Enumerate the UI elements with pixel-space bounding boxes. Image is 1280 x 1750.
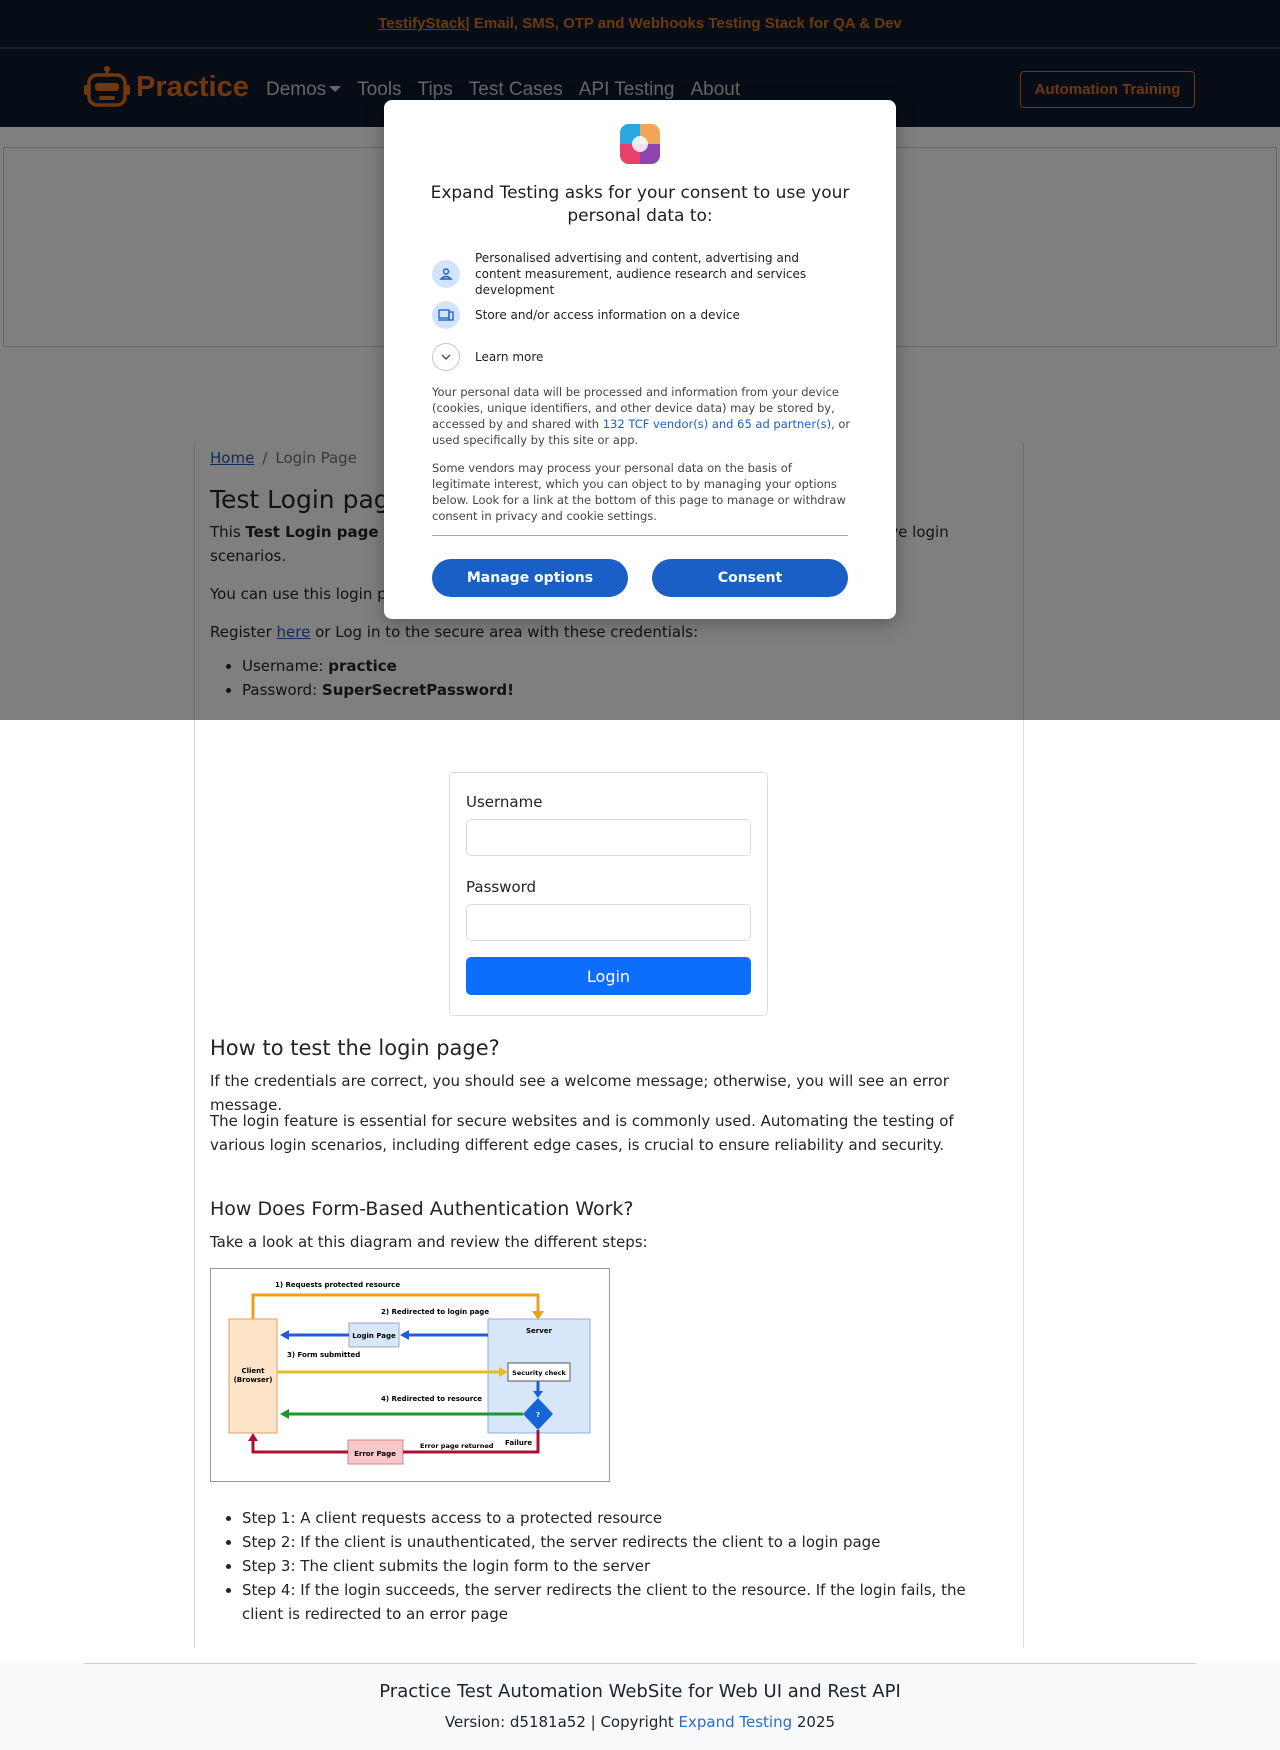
learn-more-label: Learn more [475, 350, 544, 364]
consent-title: Expand Testing asks for your consent to … [430, 183, 850, 226]
label-failure: Failure [505, 1439, 532, 1447]
label-error-page: Error Page [354, 1450, 396, 1458]
chevron-down-icon [432, 343, 460, 371]
steps-list: Step 1: A client requests access to a pr… [242, 1506, 1002, 1626]
arrow-error-page-head [248, 1433, 258, 1441]
consent-button[interactable]: Consent [652, 559, 848, 597]
manage-options-button[interactable]: Manage options [432, 559, 628, 597]
step-item: Step 4: If the login succeeds, the serve… [242, 1578, 1002, 1626]
login-button[interactable]: Login [466, 957, 751, 995]
password-label: Password [466, 878, 537, 896]
label-step3: 3) Form submitted [287, 1351, 360, 1359]
auth-diagram-graphic: 1) Requests protected resource 2) Redire… [228, 1281, 591, 1465]
label-login-page: Login Page [352, 1332, 396, 1340]
arrow-redirect-login-1-head [400, 1330, 409, 1340]
purpose-personalised: Personalised advertising and content, ad… [432, 250, 845, 298]
label-browser: (Browser) [234, 1376, 273, 1384]
consent-info-1: Your personal data will be processed and… [432, 384, 852, 448]
username-label: Username [466, 793, 543, 811]
step-item: Step 3: The client submits the login for… [242, 1554, 1002, 1578]
label-step4: 4) Redirected to resource [381, 1395, 482, 1403]
arrow-redirect-login-2-head [280, 1330, 289, 1340]
consent-logo-icon [620, 124, 660, 164]
auth-diagram: 1) Requests protected resource 2) Redire… [210, 1268, 610, 1482]
purpose-personalised-text: Personalised advertising and content, ad… [475, 251, 807, 297]
label-step2: 2) Redirected to login page [381, 1308, 489, 1316]
purpose-storage-text: Store and/or access information on a dev… [475, 308, 740, 322]
label-question: ? [536, 1411, 540, 1419]
label-server: Server [526, 1327, 553, 1335]
footer-version-suffix: 2025 [792, 1713, 836, 1731]
learn-more-toggle[interactable]: Learn more [432, 343, 845, 371]
auth-heading: How Does Form-Based Authentication Work? [210, 1198, 634, 1220]
footer-title: Practice Test Automation WebSite for Web… [379, 1681, 901, 1702]
howto-heading: How to test the login page? [210, 1036, 500, 1060]
auth-intro: Take a look at this diagram and review t… [210, 1233, 648, 1251]
consent-info-2: Some vendors may process your personal d… [432, 461, 846, 523]
label-step1: 1) Requests protected resource [275, 1281, 400, 1289]
howto-paragraph-2: The login feature is essential for secur… [210, 1112, 954, 1154]
footer: Practice Test Automation WebSite for Web… [0, 1663, 1280, 1750]
arrow-redirect-resource-head [280, 1409, 289, 1419]
password-input[interactable] [466, 904, 751, 941]
consent-dialog: Expand Testing asks for your consent to … [384, 100, 896, 619]
footer-version-prefix: Version: d5181a52 | Copyright [444, 1713, 679, 1731]
consent-divider [432, 535, 848, 536]
username-input[interactable] [466, 819, 751, 856]
label-error-returned: Error page returned [420, 1442, 494, 1450]
footer-version: Version: d5181a52 | Copyright Expand Tes… [0, 1713, 1280, 1731]
label-security-check: Security check [512, 1369, 566, 1377]
devices-icon [432, 301, 460, 329]
person-icon [432, 260, 460, 288]
expand-testing-link[interactable]: Expand Testing [679, 1713, 793, 1731]
label-client: Client [241, 1367, 265, 1375]
vendors-link[interactable]: 132 TCF vendor(s) and 65 ad partner(s) [603, 417, 831, 431]
arrow-error-page [251, 1439, 348, 1454]
footer-divider [84, 1663, 1196, 1664]
step-item: Step 2: If the client is unauthenticated… [242, 1530, 1002, 1554]
step-item: Step 1: A client requests access to a pr… [242, 1506, 1002, 1530]
login-form: Username Password Login [449, 772, 768, 1016]
purpose-storage: Store and/or access information on a dev… [432, 301, 845, 329]
